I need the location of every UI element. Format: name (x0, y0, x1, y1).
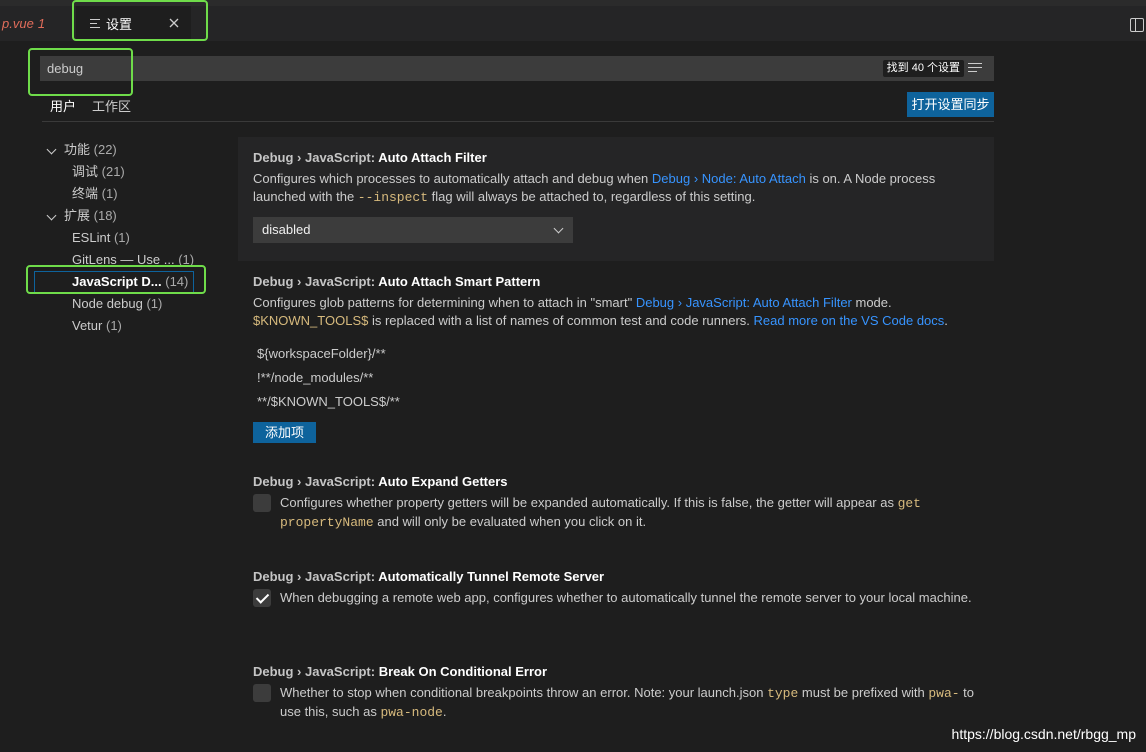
setting-auto-attach-filter[interactable]: Debug › JavaScript: Auto Attach Filter C… (238, 137, 994, 261)
toc-item-count: (1) (146, 296, 163, 311)
auto-attach-filter-select[interactable]: disabled (253, 217, 573, 243)
highlight-search (28, 48, 133, 96)
turn-on-settings-sync-button[interactable]: 打开设置同步 (907, 92, 994, 117)
tunnel-remote-server-checkbox[interactable] (253, 589, 271, 607)
toc-item-label: 调试 (72, 164, 99, 179)
setting-description: When debugging a remote web app, configu… (280, 590, 972, 605)
setting-auto-attach-smart-pattern: Debug › JavaScript: Auto Attach Smart Pa… (238, 261, 994, 461)
toc-item-label: Node debug (72, 296, 143, 311)
setting-description: Whether to stop when conditional breakpo… (280, 685, 975, 720)
search-result-count: 找到 40 个设置 (882, 60, 964, 77)
setting-description: Configures which processes to automatica… (253, 171, 936, 205)
tab-problem-count: 1 (37, 16, 46, 31)
tab-user[interactable]: 用户 (42, 96, 85, 122)
settings-list: Debug › JavaScript: Auto Attach Filter C… (238, 137, 994, 746)
add-item-button[interactable]: 添加项 (253, 422, 317, 443)
list-item[interactable]: !**/node_modules/** (253, 366, 979, 390)
setting-title: Debug › JavaScript: Auto Attach Filter (253, 150, 487, 165)
toc-item-count: (21) (101, 164, 125, 179)
list-item[interactable]: **/$KNOWN_TOOLS$/** (253, 390, 979, 414)
split-editor-icon[interactable] (1130, 18, 1144, 32)
toc-item-extensions[interactable]: 扩展 (18) (40, 205, 210, 227)
toc-item-terminal[interactable]: 终端 (1) (40, 183, 210, 205)
toc-item-count: (1) (105, 318, 122, 333)
setting-link[interactable]: Debug › Node: Auto Attach (652, 171, 806, 186)
chevron-down-icon (553, 223, 564, 234)
toc-item-node-debug[interactable]: Node debug (1) (40, 293, 210, 315)
setting-description: Configures whether property getters will… (280, 495, 921, 530)
highlight-settings-tab (72, 0, 208, 41)
break-on-conditional-error-checkbox[interactable] (253, 684, 271, 702)
tab-workspace[interactable]: 工作区 (84, 96, 139, 122)
setting-tunnel-remote-server: Debug › JavaScript: Automatically Tunnel… (238, 556, 994, 651)
toc-item-eslint[interactable]: ESLint (1) (40, 227, 210, 249)
setting-link[interactable]: Debug › JavaScript: Auto Attach Filter (636, 295, 852, 310)
toc-item-count: (1) (113, 230, 130, 245)
clear-filter-icon[interactable] (968, 63, 982, 74)
toc-item-count: (22) (93, 142, 117, 157)
setting-title: Debug › JavaScript: Auto Attach Smart Pa… (253, 274, 541, 289)
tab-app-vue[interactable]: p.vue 1 (0, 6, 72, 41)
tab-app-vue-label: p.vue (2, 16, 34, 31)
setting-title: Debug › JavaScript: Break On Conditional… (253, 664, 548, 679)
setting-description: Configures glob patterns for determining… (253, 295, 948, 328)
toc-item-label: Vetur (72, 318, 103, 333)
settings-toc: 功能 (22) 调试 (21) 终端 (1) 扩展 (18) ESLint (1… (34, 139, 210, 337)
highlight-toc-item (26, 265, 206, 294)
select-value: disabled (262, 222, 311, 237)
toc-item-label: ESLint (72, 230, 111, 245)
watermark: https://blog.csdn.net/rbgg_mp (951, 726, 1136, 742)
setting-title: Debug › JavaScript: Automatically Tunnel… (253, 569, 605, 584)
setting-break-on-conditional-error: Debug › JavaScript: Break On Conditional… (238, 651, 994, 746)
list-item[interactable]: ${workspaceFolder}/** (253, 342, 979, 366)
auto-expand-getters-checkbox[interactable] (253, 494, 271, 512)
settings-search-box[interactable]: debug 找到 40 个设置 (40, 56, 994, 81)
docs-link[interactable]: Read more on the VS Code docs (754, 313, 945, 328)
settings-scope-tabs: 用户 工作区 (42, 96, 139, 122)
toc-item-count: (1) (101, 186, 118, 201)
toc-item-label: 终端 (72, 186, 99, 201)
toc-item-count: (18) (93, 208, 117, 223)
setting-auto-expand-getters: Debug › JavaScript: Auto Expand Getters … (238, 461, 994, 556)
toc-item-debug[interactable]: 调试 (21) (40, 161, 210, 183)
toc-item-vetur[interactable]: Vetur (1) (40, 315, 210, 337)
pattern-list: ${workspaceFolder}/** !**/node_modules/*… (253, 342, 979, 414)
setting-title: Debug › JavaScript: Auto Expand Getters (253, 474, 508, 489)
toc-item-features[interactable]: 功能 (22) (40, 139, 210, 161)
scope-divider (42, 121, 994, 122)
